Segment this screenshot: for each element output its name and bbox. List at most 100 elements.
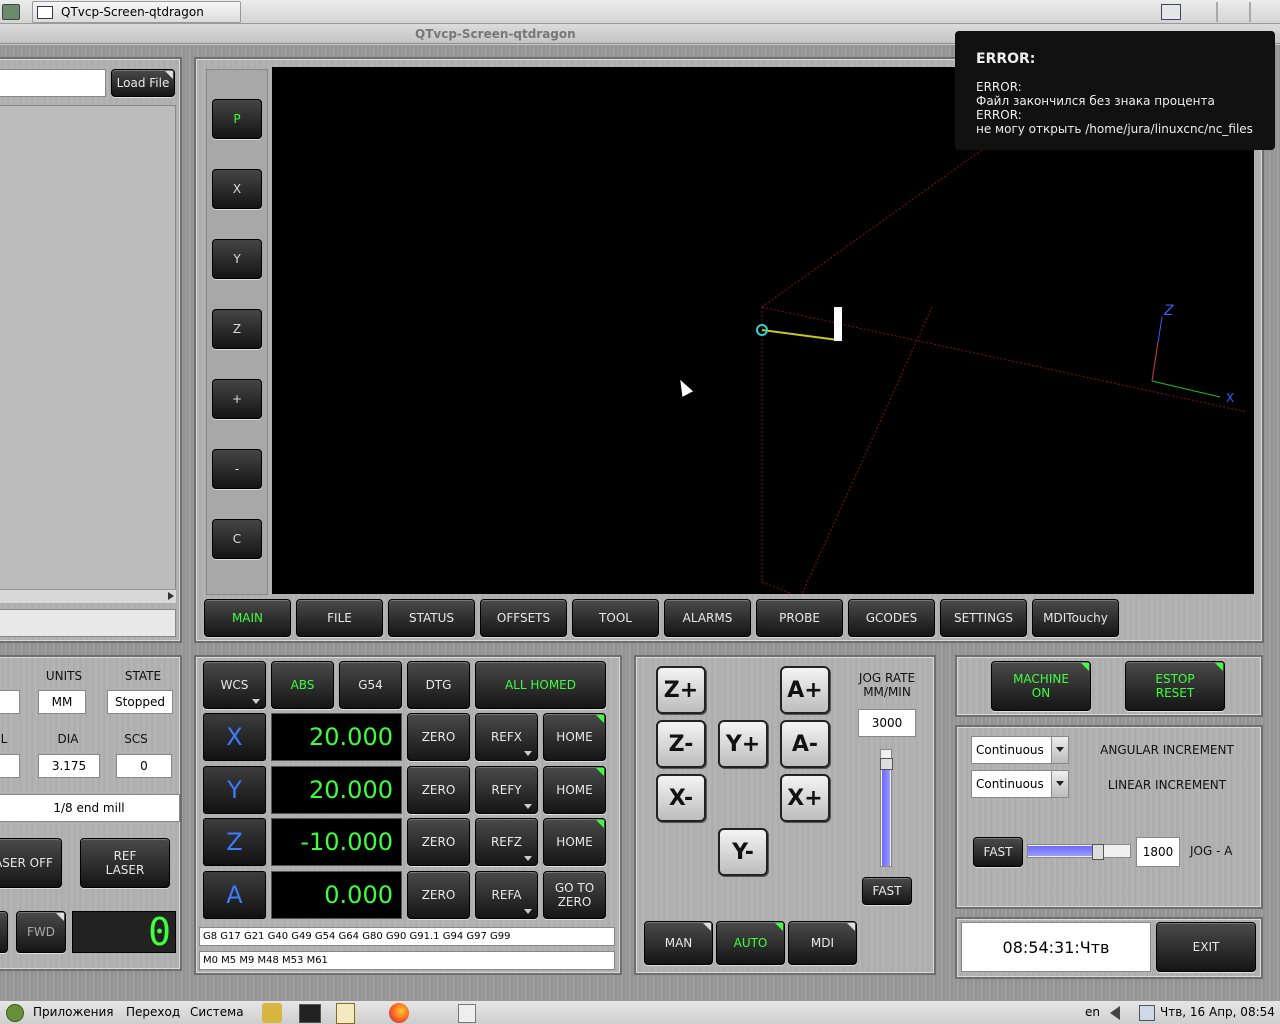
mode-auto-button[interactable]: AUTO [716,921,785,965]
exit-button[interactable]: EXIT [1156,922,1256,972]
jog-rate-slider[interactable] [880,749,893,867]
jog-z-plus-button[interactable]: Z+ [656,666,706,714]
tab-gcodes[interactable]: GCODES [848,599,935,637]
view-button-0[interactable]: P [212,99,262,139]
axis-y-button[interactable]: Y [203,765,266,814]
go-to-zero-a-button[interactable]: GO TO ZERO [543,870,606,919]
tool-description: 1/8 end mill [0,794,180,822]
jog-z-minus-button[interactable]: Z- [656,720,706,768]
machine-on-button[interactable]: MACHINE ON [991,661,1091,711]
length-label: L [0,732,8,746]
window-tab[interactable]: QTvcp-Screen-qtdragon [32,1,241,23]
spindle-fwd-button[interactable]: FWD [16,911,66,953]
zero-z-button[interactable]: ZERO [407,818,470,866]
jog-x-minus-button[interactable]: X- [656,774,706,822]
tab-settings[interactable]: SETTINGS [940,599,1027,637]
ref-x-button[interactable]: REFX [475,713,538,761]
ref-laser-label: REF LASER [105,849,145,877]
linear-increment-select[interactable]: Continuous [971,770,1069,798]
jog-rate-value[interactable]: 3000 [858,709,916,737]
jog-x-plus-button[interactable]: X+ [780,774,830,822]
jog-a-slider-handle[interactable] [1092,844,1104,860]
ref-a-button[interactable]: REFA [475,870,538,919]
toolpath-line [761,329,839,341]
jog-y-minus-button[interactable]: Y- [718,828,768,876]
load-file-button[interactable]: Load File [111,69,175,97]
view-button-6[interactable]: C [212,519,262,559]
panel-separator [1216,2,1218,22]
applications-menu[interactable]: Приложения [33,1005,114,1019]
tab-offsets[interactable]: OFFSETS [480,599,567,637]
firefox-icon[interactable] [389,1003,409,1023]
file-list[interactable] [0,105,176,603]
scroll-right-icon[interactable] [168,592,174,600]
tab-probe[interactable]: PROBE [756,599,843,637]
jog-fast-button[interactable]: FAST [862,877,912,905]
g54-button[interactable]: G54 [339,661,402,709]
jog-y-plus-button[interactable]: Y+ [718,720,768,768]
jog-a-value[interactable]: 1800 [1136,837,1180,867]
tab-tool[interactable]: TOOL [572,599,659,637]
angular-increment-select[interactable]: Continuous [971,736,1069,764]
zero-x-button[interactable]: ZERO [407,713,470,761]
all-homed-button[interactable]: ALL HOMED [475,661,606,709]
home-z-button[interactable]: HOME [543,818,606,866]
keyboard-layout[interactable]: en [1085,1005,1100,1019]
maximize-icon[interactable] [1161,4,1181,20]
jog-a-fast-button[interactable]: FAST [973,837,1023,867]
view-button-1[interactable]: X [212,169,262,209]
view-button-2[interactable]: Y [212,239,262,279]
view-button-5[interactable]: - [212,449,262,489]
text-editor-icon[interactable] [336,1003,355,1024]
terminal-icon[interactable] [299,1004,321,1023]
window-menu-icon[interactable] [2,4,20,20]
file-list-scrollbar[interactable] [0,589,176,603]
linuxcnc-launcher-icon[interactable] [262,1003,282,1023]
estop-reset-button[interactable]: ESTOP RESET [1125,661,1225,711]
tab-alarms[interactable]: ALARMS [664,599,751,637]
error-line: ERROR: [976,80,1022,94]
ref-z-button[interactable]: REFZ [475,818,538,866]
volume-icon[interactable] [1110,1006,1120,1020]
view-button-4[interactable]: + [212,379,262,419]
distro-logo-icon[interactable] [6,1004,24,1022]
file-path-field[interactable] [0,69,106,97]
file-panel: Load File [0,57,182,643]
tab-file[interactable]: FILE [296,599,383,637]
estop-reset-label: ESTOP RESET [1155,672,1195,700]
system-menu[interactable]: Система [190,1005,244,1019]
show-desktop-icon[interactable] [458,1004,476,1023]
zero-a-button[interactable]: ZERO [407,870,470,919]
view-button-3[interactable]: Z [212,309,262,349]
network-icon[interactable] [1139,1005,1155,1021]
laser-off-button[interactable]: LASER OFF [0,838,62,888]
zero-y-button[interactable]: ZERO [407,765,470,814]
wcs-button[interactable]: WCS [203,661,266,709]
state-value: Stopped [107,690,173,714]
jog-rate-slider-handle[interactable] [880,758,893,770]
jog-a-slider[interactable] [1027,844,1131,860]
mode-mdi-button[interactable]: MDI [788,921,857,965]
axis-x-button[interactable]: X [203,713,266,761]
tab-status[interactable]: STATUS [388,599,475,637]
jog-rate-label-line2: MM/MIN [863,685,911,699]
jog-a-plus-button[interactable]: A+ [780,666,830,714]
places-menu[interactable]: Переход [126,1005,180,1019]
axis-a-button[interactable]: A [203,870,266,919]
axis-x-label: X [1226,391,1235,405]
abs-button[interactable]: ABS [271,661,334,709]
error-notification[interactable]: ERROR: ERROR: Файл закончился без знака … [955,31,1275,150]
ref-laser-button[interactable]: REF LASER [80,838,170,888]
laser-off-label: LASER OFF [0,856,53,870]
axis-z-button[interactable]: Z [203,818,266,866]
tab-mditouchy[interactable]: MDITouchy [1032,599,1119,637]
ref-y-button[interactable]: REFY [475,765,538,814]
mode-man-button[interactable]: MAN [644,921,713,965]
spindle-reverse-button[interactable] [0,911,8,953]
dtg-button[interactable]: DTG [407,661,470,709]
jog-a-minus-button[interactable]: A- [780,720,830,768]
home-y-button[interactable]: HOME [543,765,606,814]
tab-main[interactable]: MAIN [204,599,291,637]
home-x-button[interactable]: HOME [543,713,606,761]
clock-datetime[interactable]: Чтв, 16 Апр, 08:54 [1160,1005,1275,1019]
